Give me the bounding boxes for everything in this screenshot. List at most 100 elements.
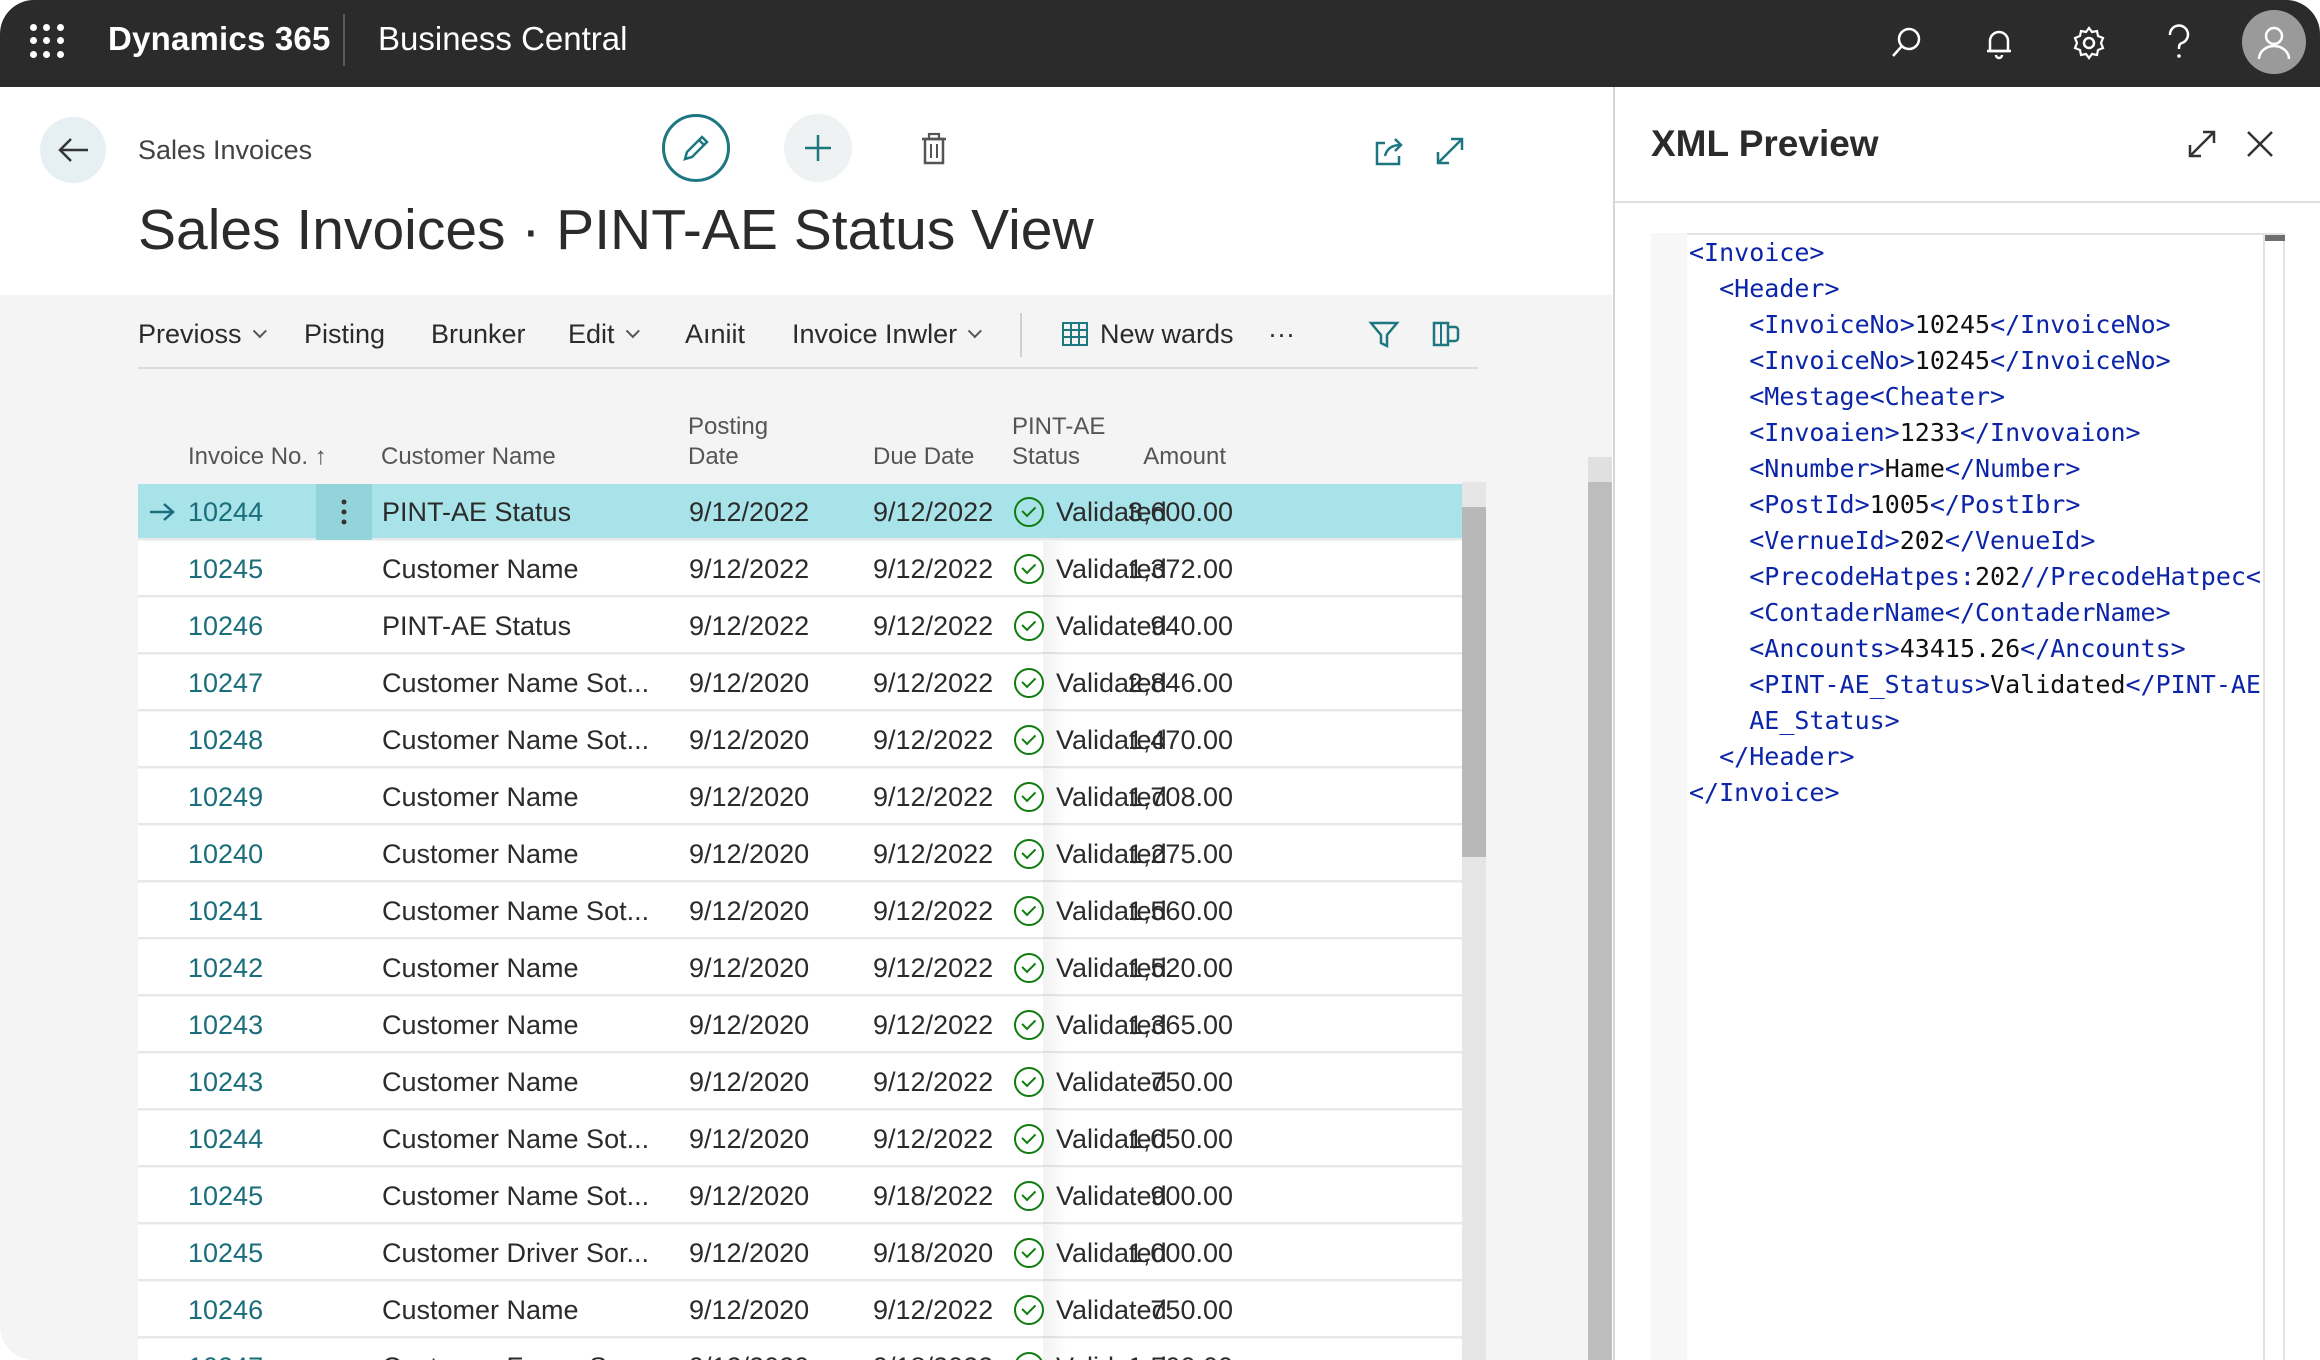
due-date-cell: 9/12/2022 [873,839,994,869]
due-date-cell: 9/12/2022 [873,725,994,755]
invoice-no-link[interactable]: 10241 [188,883,263,939]
column-invoice-no[interactable]: Invoice No. ↑ [188,442,327,472]
page-scrollbar-thumb[interactable] [1588,482,1612,1360]
invoice-no-link[interactable]: 10247 [188,1339,263,1360]
panel-title: XML Preview [1651,123,1879,164]
table-row[interactable]: 10244 PINT-AE Status 9/12/2022 9/12/2022 3,6… [138,484,1463,540]
action-invoice-inwler[interactable]: Invoice Inwler [792,303,982,365]
table-row[interactable]: 10247 Customer Name Sot... 9/12/2020 9/12/2… [138,655,1463,711]
action-edit[interactable]: Edit [568,303,640,365]
row-menu-icon[interactable] [316,484,372,540]
expand-panel-icon[interactable] [2185,127,2221,163]
table-row[interactable]: 10245 Customer Name Sot... 9/12/2020 9/18/2… [138,1168,1463,1224]
invoice-no-link[interactable]: 10245 [188,1225,263,1281]
xml-scrollbar-thumb[interactable] [2265,235,2285,241]
table-row[interactable]: 10246 PINT-AE Status 9/12/2022 9/12/2022 940… [138,598,1463,654]
customer-name-cell: Customer Fayon Sor... [382,1339,652,1360]
table-row[interactable]: 10243 Customer Name 9/12/2020 9/12/2022 1,36… [138,997,1463,1053]
table-row[interactable]: 10244 Customer Name Sot... 9/12/2020 9/12/2… [138,1111,1463,1167]
table-row[interactable]: 10242 Customer Name 9/12/2020 9/12/2022 1,52… [138,940,1463,996]
customer-name-cell: Customer Name Sot... [382,1181,650,1211]
xml-indent [1689,598,1749,627]
invoice-no-link[interactable]: 10242 [188,940,263,996]
xml-scrollbar[interactable] [2263,233,2285,1360]
status-cell: Validated [1014,655,1167,711]
invoice-no-link[interactable]: 10249 [188,769,263,825]
gear-icon[interactable] [2066,20,2112,66]
xml-gutter [1651,233,1687,1360]
search-icon[interactable] [1884,20,1930,66]
action-posting[interactable]: Pisting [304,303,385,365]
filter-icon[interactable] [1368,303,1400,365]
invoice-no-link[interactable]: 10245 [188,541,263,597]
invoice-no-link[interactable]: 10243 [188,1054,263,1110]
invoice-no-link[interactable]: 10245 [188,1168,263,1224]
expand-icon[interactable] [1430,131,1470,171]
check-circle-icon [1014,1352,1044,1360]
posting-date-cell: 9/12/2020 [689,1124,810,1154]
check-circle-icon [1014,896,1044,926]
status-cell: Validated [1014,1111,1167,1167]
bell-icon[interactable] [1976,20,2022,66]
share-icon[interactable] [1370,131,1410,171]
column-amount[interactable]: Amount [1143,442,1226,472]
column-customer-name[interactable]: Customer Name [381,442,556,472]
page-title: Sales Invoices · PINT-AE Status View [138,198,1094,262]
trash-icon[interactable] [914,129,954,169]
invoice-no-link[interactable]: 10244 [188,484,263,540]
action-new-wards[interactable]: New wards [1060,303,1234,365]
due-date-cell: 9/18/2022 [873,1181,994,1211]
table-row[interactable]: 10249 Customer Name 9/12/2020 9/12/2022 1,70… [138,769,1463,825]
invoice-no-link[interactable]: 10246 [188,598,263,654]
invoice-no-link[interactable]: 10240 [188,826,263,882]
table-row[interactable]: 10241 Customer Name Sot... 9/12/2020 9/12/2… [138,883,1463,939]
posting-date-cell: 9/12/2022 [689,497,810,527]
status-cell: Validated [1014,541,1167,597]
invoice-no-link[interactable]: 10243 [188,997,263,1053]
table-row[interactable]: 10247 Customer Fayon Sor... 9/12/2020 9/18/… [138,1339,1463,1360]
status-cell: Validated [1014,883,1167,939]
column-due-date[interactable]: Due Date [873,442,974,472]
table-row[interactable]: 10248 Customer Name Sot... 9/12/2020 9/12/2… [138,712,1463,768]
invoice-no-link[interactable]: 10247 [188,655,263,711]
table-row[interactable]: 10243 Customer Name 9/12/2020 9/12/2022 750.… [138,1054,1463,1110]
xml-line: AE_Status> [1689,703,2263,739]
close-icon[interactable] [2243,127,2279,163]
invoice-no-link[interactable]: 10246 [188,1282,263,1338]
table-scrollbar-thumb[interactable] [1462,507,1486,857]
status-cell: Validated [1014,940,1167,996]
waffle-icon[interactable] [30,24,64,58]
action-brunker[interactable]: Brunker [431,303,526,365]
xml-indent [1689,418,1749,447]
breadcrumb[interactable]: Sales Invoices [138,135,312,166]
spreadsheet-icon [1062,322,1088,346]
action-bar: Previoss Pisting Brunker Edit Aıniit Inv… [138,303,1478,365]
chevron-down-icon [252,324,267,339]
check-circle-icon [1014,1067,1044,1097]
more-actions-button[interactable]: ··· [1268,303,1295,365]
column-posting-date[interactable]: Posting Date [688,412,768,472]
table-row[interactable]: 10245 Customer Name 9/12/2022 9/12/2022 1,37… [138,541,1463,597]
action-previous[interactable]: Previoss [138,303,267,365]
invoice-no-link[interactable]: 10248 [188,712,263,768]
add-button[interactable] [784,114,852,182]
column-status[interactable]: PINT-AE Status [1012,412,1105,472]
action-ainit[interactable]: Aıniit [685,303,745,365]
edit-button[interactable] [662,114,730,182]
column-settings-icon[interactable] [1430,303,1462,365]
brand-name[interactable]: Dynamics 365 [108,20,331,58]
posting-date-cell: 9/12/2020 [689,725,810,755]
brand-separator [343,14,345,66]
status-text: Validated [1056,1238,1167,1268]
table-row[interactable]: 10246 Customer Name 9/12/2020 9/12/2022 750.… [138,1282,1463,1338]
table-row[interactable]: 10245 Customer Driver Sor... 9/12/2020 9/18… [138,1225,1463,1281]
column-posting-date-line2: Date [688,443,739,470]
help-icon[interactable] [2156,20,2202,66]
xml-close-tag: </VenueId> [1944,526,2096,555]
person-icon[interactable] [2242,10,2306,74]
invoice-no-link[interactable]: 10244 [188,1111,263,1167]
customer-name-cell: Customer Name [382,554,579,584]
table-row[interactable]: 10240 Customer Name 9/12/2020 9/12/2022 1,27… [138,826,1463,882]
back-button[interactable] [40,117,106,183]
status-cell: Validated [1014,997,1167,1053]
